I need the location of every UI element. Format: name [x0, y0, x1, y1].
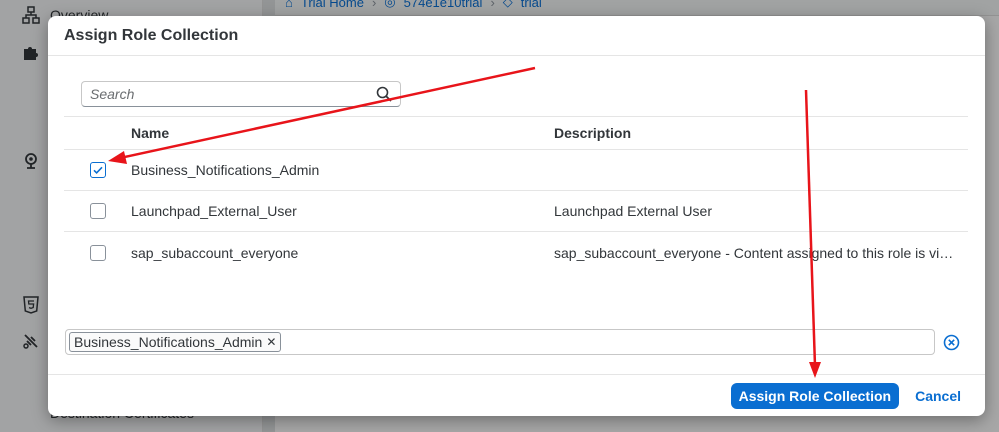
table-row[interactable]: Business_Notifications_Admin	[64, 150, 968, 191]
table-row[interactable]: Launchpad_External_User Launchpad Extern…	[64, 191, 968, 232]
row-description: sap_subaccount_everyone - Content assign…	[554, 244, 962, 261]
table-header: Name Description	[64, 116, 968, 150]
search-icon[interactable]	[376, 86, 392, 102]
row-name: Launchpad_External_User	[131, 203, 297, 219]
search-field[interactable]	[81, 81, 401, 107]
row-name: sap_subaccount_everyone	[131, 244, 299, 261]
row-checkbox[interactable]	[89, 244, 106, 261]
column-header-description[interactable]: Description	[554, 125, 968, 141]
role-collection-table: Name Description Business_Notifications_…	[64, 116, 968, 273]
clear-all-icon[interactable]	[943, 334, 960, 351]
token-label: Business_Notifications_Admin	[74, 334, 263, 350]
dialog-header: Assign Role Collection	[48, 16, 985, 56]
row-checkbox[interactable]	[89, 162, 106, 178]
row-name: Business_Notifications_Admin	[131, 162, 320, 178]
search-input[interactable]	[90, 86, 376, 102]
remove-token-icon[interactable]: ✕	[266, 335, 276, 349]
table-row[interactable]: sap_subaccount_everyone sap_subaccount_e…	[64, 232, 968, 273]
row-checkbox[interactable]	[89, 203, 106, 219]
dialog-footer: Assign Role Collection Cancel	[48, 374, 985, 416]
dialog-title: Assign Role Collection	[64, 26, 239, 44]
row-description: Launchpad External User	[554, 203, 712, 219]
assign-role-collection-button[interactable]: Assign Role Collection	[730, 382, 900, 409]
column-header-name[interactable]: Name	[131, 125, 554, 141]
assign-role-collection-dialog: Assign Role Collection Name Description …	[48, 16, 985, 416]
selected-tokens-field[interactable]: Business_Notifications_Admin ✕	[65, 329, 935, 355]
selected-token[interactable]: Business_Notifications_Admin ✕	[69, 332, 282, 352]
cancel-button[interactable]: Cancel	[915, 388, 961, 404]
